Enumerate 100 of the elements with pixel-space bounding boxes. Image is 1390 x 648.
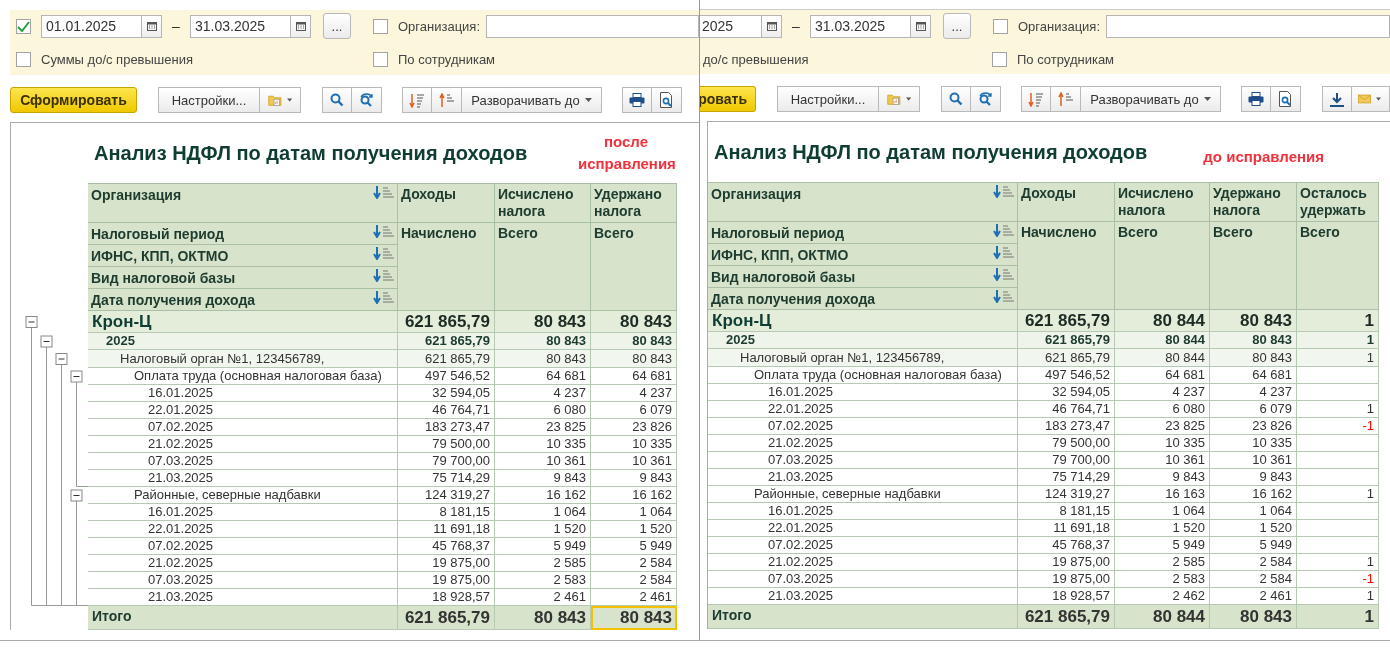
grouping-label: Дата получения дохода bbox=[711, 290, 876, 308]
search-button[interactable] bbox=[941, 86, 971, 112]
table-cell: 124 319,27 bbox=[398, 487, 495, 504]
row-label: 22.01.2025 bbox=[708, 520, 1018, 537]
download-button[interactable] bbox=[1322, 86, 1352, 112]
checkbox[interactable] bbox=[16, 18, 31, 34]
date-field[interactable]: 31.03.2025 bbox=[190, 14, 291, 38]
table-cell: 8 181,15 bbox=[398, 504, 495, 521]
row-label: 21.02.2025 bbox=[88, 436, 398, 453]
report-title: Анализ НДФЛ по датам получения доходов bbox=[714, 140, 1148, 164]
table-cell: 79 500,00 bbox=[1018, 435, 1115, 452]
checkbox[interactable] bbox=[373, 51, 388, 67]
preview-button[interactable] bbox=[1271, 86, 1301, 112]
date-field[interactable]: 2025 bbox=[700, 14, 762, 38]
grouping-label: Организация bbox=[711, 185, 802, 203]
expand-to-dropdown[interactable]: Разворачивать до bbox=[462, 87, 602, 113]
date-field[interactable]: 31.03.2025 bbox=[810, 14, 911, 38]
table-cell: 19 875,00 bbox=[398, 572, 495, 589]
row-label: Районные, северные надбавки bbox=[708, 486, 1018, 503]
tree-lines bbox=[31, 470, 89, 487]
table-cell: 23 825 bbox=[1115, 418, 1210, 435]
checkbox[interactable] bbox=[373, 18, 388, 34]
preview-button[interactable] bbox=[652, 87, 682, 113]
table-cell: 1 520 bbox=[1115, 520, 1210, 537]
column-header: Всего bbox=[495, 223, 591, 311]
date-field[interactable]: 01.01.2025 bbox=[41, 14, 142, 38]
table-cell: 4 237 bbox=[591, 385, 677, 402]
checkbox-label: Организация: bbox=[398, 18, 481, 34]
sort-icon[interactable] bbox=[372, 291, 394, 304]
search-button[interactable] bbox=[322, 87, 352, 113]
sort-icon[interactable] bbox=[372, 247, 394, 260]
dash: – bbox=[171, 18, 181, 34]
table-cell: 10 361 bbox=[1210, 452, 1297, 469]
table-cell: 2 461 bbox=[1210, 588, 1297, 605]
sort-ascending-button[interactable] bbox=[1051, 86, 1081, 112]
sort-descending-icon bbox=[1028, 91, 1044, 107]
print-button[interactable] bbox=[622, 87, 652, 113]
checkbox[interactable] bbox=[16, 51, 31, 67]
sort-icon[interactable] bbox=[372, 269, 394, 282]
sort-descending-button[interactable] bbox=[402, 87, 432, 113]
table-cell: 80 843 bbox=[495, 311, 591, 333]
grouping-label: Организация bbox=[91, 186, 182, 204]
sort-icon[interactable] bbox=[992, 290, 1014, 303]
search-next-button[interactable] bbox=[971, 86, 1001, 112]
checkbox[interactable] bbox=[992, 51, 1007, 67]
sort-icon[interactable] bbox=[992, 224, 1014, 237]
sort-icon[interactable] bbox=[992, 246, 1014, 259]
table-cell: 10 335 bbox=[495, 436, 591, 453]
table-cell: 46 764,71 bbox=[398, 402, 495, 419]
sort-icon[interactable] bbox=[992, 268, 1014, 281]
tree-lines bbox=[31, 419, 77, 436]
settings-button[interactable]: Настройки... bbox=[777, 86, 879, 112]
expand-to-dropdown[interactable]: Разворачивать до bbox=[1081, 86, 1221, 112]
calendar-icon bbox=[915, 21, 926, 31]
table-cell: 64 681 bbox=[1210, 367, 1297, 384]
table-cell: 2 585 bbox=[1115, 554, 1210, 571]
table-cell: 621 865,79 bbox=[1018, 349, 1115, 367]
report-title: Анализ НДФЛ по датам получения доходов bbox=[94, 141, 528, 165]
row-label: Районные, северные надбавки bbox=[88, 487, 398, 504]
sort-ascending-button[interactable] bbox=[432, 87, 462, 113]
table-cell: 621 865,79 bbox=[1018, 310, 1115, 332]
grouping-label: Дата получения дохода bbox=[91, 291, 256, 309]
period-button[interactable]: ... bbox=[943, 13, 971, 39]
table-cell: 1 064 bbox=[591, 504, 677, 521]
variant-dropdown[interactable] bbox=[879, 86, 920, 112]
collapse-icon[interactable] bbox=[70, 370, 83, 383]
calendar-button[interactable] bbox=[911, 14, 931, 38]
calendar-button[interactable] bbox=[291, 14, 311, 38]
period-button[interactable]: ... bbox=[323, 13, 351, 39]
generate-button[interactable]: ровать bbox=[700, 86, 756, 112]
table-cell: 80 843 bbox=[591, 311, 677, 333]
row-label: 07.02.2025 bbox=[88, 419, 398, 436]
sort-icon[interactable] bbox=[372, 186, 394, 199]
sort-icon[interactable] bbox=[992, 185, 1014, 198]
row-label: 22.01.2025 bbox=[88, 402, 398, 419]
sort-ascending-icon bbox=[438, 92, 455, 108]
sort-icon[interactable] bbox=[372, 225, 394, 238]
row-label: 16.01.2025 bbox=[708, 384, 1018, 401]
tree-lines bbox=[31, 453, 77, 470]
input-field[interactable] bbox=[1106, 14, 1390, 38]
grouping-label: Налоговый период bbox=[711, 224, 845, 242]
calendar-button[interactable] bbox=[762, 14, 782, 38]
total-cell: 80 843 bbox=[495, 606, 591, 630]
checkbox[interactable] bbox=[993, 18, 1008, 34]
collapse-icon[interactable] bbox=[40, 335, 53, 348]
table-cell: 6 080 bbox=[495, 402, 591, 419]
row-label: 22.01.2025 bbox=[708, 401, 1018, 418]
table-cell: 11 691,18 bbox=[398, 521, 495, 538]
table-cell: 10 335 bbox=[1115, 435, 1210, 452]
settings-button[interactable]: Настройки... bbox=[158, 87, 260, 113]
collapse-icon[interactable] bbox=[70, 489, 83, 502]
variant-dropdown[interactable] bbox=[260, 87, 301, 113]
calendar-button[interactable] bbox=[142, 14, 162, 38]
generate-button[interactable]: Сформировать bbox=[10, 87, 137, 113]
annotation: до исправления bbox=[1203, 147, 1325, 165]
input-field[interactable] bbox=[486, 14, 699, 38]
print-button[interactable] bbox=[1241, 86, 1271, 112]
table-cell: 23 825 bbox=[495, 419, 591, 436]
search-next-button[interactable] bbox=[352, 87, 382, 113]
sort-descending-button[interactable] bbox=[1021, 86, 1051, 112]
